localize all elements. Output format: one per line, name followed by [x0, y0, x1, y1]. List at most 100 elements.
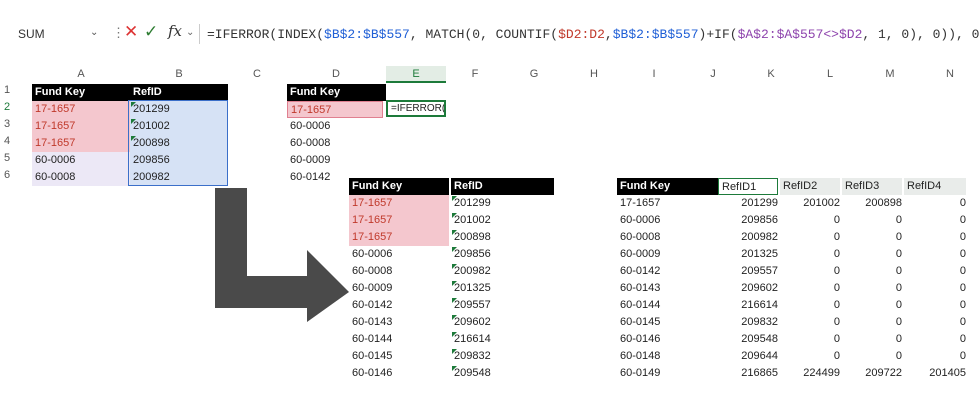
refid4-cell[interactable]: 0	[904, 280, 970, 297]
fund-key-cell[interactable]: 17-1657	[32, 101, 130, 118]
refid2-cell[interactable]: 201002	[780, 195, 844, 212]
fund-key-cell[interactable]: 17-1657	[32, 135, 130, 152]
refid1-cell[interactable]: 209644	[718, 348, 782, 365]
fund-key-cell[interactable]: 60-0009	[349, 280, 449, 297]
header-fund-key[interactable]: Fund Key	[349, 178, 449, 195]
refid4-cell[interactable]: 0	[904, 297, 970, 314]
column-header-m[interactable]: M	[860, 66, 920, 83]
refid3-cell[interactable]: 0	[842, 348, 906, 365]
fx-chevron-down-icon[interactable]: ⌄	[186, 27, 194, 38]
refid4-cell[interactable]: 201405	[904, 365, 970, 382]
header-refid3[interactable]: RefID3	[842, 178, 902, 195]
refid1-cell[interactable]: 216614	[718, 297, 782, 314]
fund-key-cell[interactable]: 60-0148	[617, 348, 718, 365]
header-fund-key[interactable]: Fund Key	[32, 84, 130, 101]
refid3-cell[interactable]: 0	[842, 229, 906, 246]
header-refid[interactable]: RefID	[451, 178, 554, 195]
refid4-cell[interactable]: 0	[904, 348, 970, 365]
column-header-c[interactable]: C	[228, 66, 286, 83]
refid2-cell[interactable]: 0	[780, 331, 844, 348]
fund-key-cell[interactable]: 60-0145	[617, 314, 718, 331]
refid1-cell[interactable]: 209832	[718, 314, 782, 331]
refid-cell[interactable]: 200898	[451, 229, 554, 246]
refid-cell[interactable]: 209832	[451, 348, 554, 365]
fund-key-cell[interactable]: 60-0143	[349, 314, 449, 331]
refid-cell[interactable]: 209602	[451, 314, 554, 331]
refid-cell[interactable]: 200982	[451, 263, 554, 280]
active-cell-e2[interactable]: =IFERROR(I	[386, 100, 446, 117]
fx-icon[interactable]: fx	[168, 22, 182, 40]
column-header-g[interactable]: G	[504, 66, 564, 83]
refid3-cell[interactable]: 0	[842, 314, 906, 331]
row-header-6[interactable]: 6	[4, 169, 26, 181]
header-refid2[interactable]: RefID2	[780, 178, 840, 195]
fund-key-cell[interactable]: 60-0008	[349, 263, 449, 280]
refid2-cell[interactable]: 224499	[780, 365, 844, 382]
fund-key-cell[interactable]: 60-0008	[32, 169, 130, 186]
refid1-cell[interactable]: 201325	[718, 246, 782, 263]
check-icon[interactable]: ✓	[144, 22, 158, 42]
refid1-cell[interactable]: 200982	[718, 229, 782, 246]
formula-input[interactable]: =IFERROR(INDEX($B$2:$B$557, MATCH(0, COU…	[207, 27, 980, 42]
fund-key-cell[interactable]: 17-1657	[349, 229, 449, 246]
fund-key-lookup-cell[interactable]: 60-0008	[287, 135, 386, 152]
refid3-cell[interactable]: 200898	[842, 195, 906, 212]
fund-key-lookup-cell[interactable]: 17-1657	[287, 101, 383, 118]
refid3-cell[interactable]: 0	[842, 297, 906, 314]
refid3-cell[interactable]: 0	[842, 280, 906, 297]
fund-key-cell[interactable]: 60-0143	[617, 280, 718, 297]
refid1-cell[interactable]: 209856	[718, 212, 782, 229]
refid2-cell[interactable]: 0	[780, 280, 844, 297]
header-refid[interactable]: RefID	[130, 84, 228, 101]
refid1-cell[interactable]: 209557	[718, 263, 782, 280]
fund-key-cell[interactable]: 17-1657	[32, 118, 130, 135]
column-header-i[interactable]: I	[624, 66, 684, 83]
refid4-cell[interactable]: 0	[904, 195, 970, 212]
fund-key-cell[interactable]: 60-0009	[617, 246, 718, 263]
row-header-2[interactable]: 2	[4, 101, 26, 113]
column-header-l[interactable]: L	[800, 66, 860, 83]
fund-key-cell[interactable]: 60-0142	[349, 297, 449, 314]
fund-key-cell[interactable]: 60-0144	[349, 331, 449, 348]
refid4-cell[interactable]: 0	[904, 331, 970, 348]
fund-key-lookup-cell[interactable]: 60-0006	[287, 118, 386, 135]
fund-key-cell[interactable]: 17-1657	[617, 195, 718, 212]
column-header-h[interactable]: H	[564, 66, 624, 83]
column-header-a[interactable]: A	[32, 66, 130, 83]
refid1-cell[interactable]: 201299	[718, 195, 782, 212]
refid-cell[interactable]: 201002	[451, 212, 554, 229]
close-icon[interactable]: ✕	[124, 22, 138, 42]
refid2-cell[interactable]: 0	[780, 297, 844, 314]
column-header-j[interactable]: J	[684, 66, 742, 83]
header-refid4[interactable]: RefID4	[904, 178, 966, 195]
refid4-cell[interactable]: 0	[904, 229, 970, 246]
fund-key-cell[interactable]: 17-1657	[349, 195, 449, 212]
refid3-cell[interactable]: 0	[842, 263, 906, 280]
column-header-f[interactable]: F	[446, 66, 504, 83]
header-fund-key[interactable]: Fund Key	[617, 178, 718, 195]
refid3-cell[interactable]: 0	[842, 246, 906, 263]
fund-key-cell[interactable]: 60-0146	[349, 365, 449, 382]
row-header-3[interactable]: 3	[4, 118, 26, 130]
row-header-5[interactable]: 5	[4, 152, 26, 164]
refid2-cell[interactable]: 0	[780, 212, 844, 229]
refid4-cell[interactable]: 0	[904, 314, 970, 331]
row-header-1[interactable]: 1	[4, 84, 26, 96]
row-header-4[interactable]: 4	[4, 135, 26, 147]
refid-cell[interactable]: 209548	[451, 365, 554, 382]
refid2-cell[interactable]: 0	[780, 314, 844, 331]
column-header-n[interactable]: N	[920, 66, 980, 83]
fund-key-cell[interactable]: 60-0145	[349, 348, 449, 365]
refid-cell[interactable]: 209856	[451, 246, 554, 263]
refid3-cell[interactable]: 209722	[842, 365, 906, 382]
header-refid1[interactable]: RefID1	[718, 178, 778, 195]
column-header-b[interactable]: B	[130, 66, 228, 83]
fund-key-lookup-cell[interactable]: 60-0009	[287, 152, 386, 169]
fund-key-cell[interactable]: 60-0149	[617, 365, 718, 382]
refid1-cell[interactable]: 209602	[718, 280, 782, 297]
refid3-cell[interactable]: 0	[842, 331, 906, 348]
refid2-cell[interactable]: 0	[780, 229, 844, 246]
refid-cell[interactable]: 209557	[451, 297, 554, 314]
fund-key-cell[interactable]: 60-0006	[349, 246, 449, 263]
column-header-k[interactable]: K	[742, 66, 800, 83]
